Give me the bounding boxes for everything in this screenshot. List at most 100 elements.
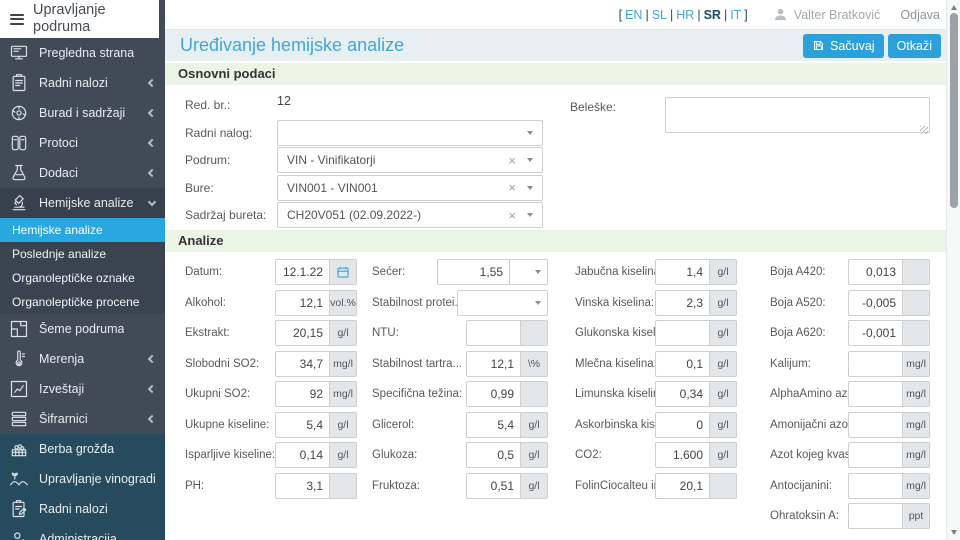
antocijanini-input[interactable]: [848, 472, 902, 499]
cancel-button[interactable]: Otkaži: [887, 33, 941, 58]
scroll-down-arrow-icon[interactable]: [950, 530, 957, 535]
glukoza-input[interactable]: [466, 442, 520, 468]
language-it[interactable]: IT: [730, 8, 741, 22]
bure-select[interactable]: VIN001 - VIN001 ×: [277, 174, 543, 201]
logout-link[interactable]: Odjava: [900, 8, 940, 22]
co2-unit: g/l: [709, 442, 737, 468]
beleske-textarea[interactable]: [665, 97, 930, 133]
ukupni-so2-input[interactable]: [275, 381, 329, 407]
ph-input[interactable]: [275, 472, 329, 499]
folin-ciocalteu-label: FolinCiocalteu in...: [575, 479, 655, 492]
scrollbar-thumb[interactable]: [950, 13, 958, 208]
ntu-input[interactable]: [466, 320, 520, 346]
datum-input[interactable]: [275, 259, 329, 285]
fruktoza-input[interactable]: [466, 472, 520, 499]
radni-nalog-select[interactable]: [277, 119, 543, 146]
glukonska-kiselina-input[interactable]: [655, 320, 709, 346]
azot-kvasca-input[interactable]: [848, 442, 902, 468]
boja-a420-unit: [902, 259, 930, 285]
limunska-kiselina-input[interactable]: [655, 381, 709, 407]
ukupne-kiseline-unit: g/l: [329, 411, 357, 438]
language-hr[interactable]: HR: [676, 8, 694, 22]
co2-input[interactable]: [655, 442, 709, 468]
sidebar-item-protoci[interactable]: Protoci: [0, 128, 165, 158]
chevron-left-icon: [147, 384, 157, 394]
sidebar-item-radni-nalozi-2[interactable]: Radni nalozi: [0, 494, 165, 524]
specificna-tezina-input[interactable]: [466, 381, 520, 407]
sidebar-item-sifrarnici[interactable]: Šifrarnici: [0, 404, 165, 434]
stabilnost-tartrata-input[interactable]: [466, 350, 520, 377]
sidebar-item-upravljanje-vinogradima[interactable]: Upravljanje vinogradima: [0, 464, 165, 494]
datum-label: Datum:: [185, 266, 223, 278]
ukupne-kiseline-input[interactable]: [275, 411, 329, 438]
clear-icon[interactable]: ×: [508, 181, 516, 194]
clear-icon[interactable]: ×: [508, 154, 516, 167]
alpha-amino-azot-input[interactable]: [848, 381, 902, 407]
sidebar-item-seme-podruma[interactable]: Šeme podruma: [0, 314, 165, 344]
boja-a420-input[interactable]: [848, 259, 902, 285]
sadrzaj-bureta-select[interactable]: CH20V051 (02.09.2022-) ×: [277, 202, 543, 228]
sidebar-item-administracija[interactable]: Administracija: [0, 524, 165, 540]
language-sr-active[interactable]: SR: [704, 8, 721, 22]
sidebar-item-hemijske-analize[interactable]: Hemijske analize: [0, 188, 165, 218]
language-separator: |: [670, 7, 674, 22]
isparljive-kiseline-input[interactable]: [275, 442, 329, 468]
report-chart-icon: [6, 378, 32, 400]
ukupne-kiseline-label: Ukupne kiseline:: [185, 418, 270, 431]
secer-input[interactable]: [437, 259, 510, 285]
save-button[interactable]: Sačuvaj: [803, 33, 884, 58]
alkohol-label: Alkohol:: [185, 296, 226, 309]
language-sl[interactable]: SL: [652, 8, 667, 22]
alkohol-input[interactable]: [275, 289, 329, 316]
sidebar-item-dodaci[interactable]: Dodaci: [0, 158, 165, 188]
limunska-kiselina-label: Limunska kiselina:: [575, 388, 655, 400]
glukonska-kiselina-label: Glukonska kiseli...: [575, 327, 655, 339]
clear-icon[interactable]: ×: [508, 209, 516, 222]
page-titlebar: Uređivanje hemijske analize Sačuvaj Otka…: [165, 30, 960, 61]
folin-ciocalteu-unit: [709, 472, 737, 499]
folin-ciocalteu-input[interactable]: [655, 472, 709, 499]
sidebar-item-pregledna-strana[interactable]: Pregledna strana: [0, 38, 165, 68]
isparljive-kiseline-label: Isparljive kiseline:: [185, 449, 275, 461]
ph-unit: [329, 472, 357, 499]
sidebar-item-merenja[interactable]: Merenja: [0, 344, 165, 374]
kalijum-input[interactable]: [848, 350, 902, 377]
sidebar-item-burad-i-sadrzaji[interactable]: Burad i sadržaji: [0, 98, 165, 128]
ukupni-so2-label: Ukupni SO2:: [185, 388, 251, 400]
ukupni-so2-unit: mg/l: [329, 381, 357, 407]
boja-a520-input[interactable]: [848, 289, 902, 316]
boja-a620-input[interactable]: [848, 320, 902, 346]
sidebar-subitem-organolepticke-procene[interactable]: Organoleptičke procene: [0, 290, 165, 314]
calendar-icon[interactable]: [329, 259, 357, 285]
ohratoksin-a-input[interactable]: [848, 503, 902, 529]
amonijacni-azot-input[interactable]: [848, 411, 902, 438]
vinska-kiselina-input[interactable]: [655, 289, 709, 316]
chevron-left-icon: [147, 78, 157, 88]
sidebar-item-izvestaji[interactable]: Izveštaji: [0, 374, 165, 404]
sidebar-subitem-poslednje-analize[interactable]: Poslednje analize: [0, 242, 165, 266]
language-en[interactable]: EN: [625, 8, 642, 22]
askorbinska-kiselina-input[interactable]: [655, 411, 709, 438]
sidebar-subitem-organolepticke-oznake[interactable]: Organoleptičke oznake: [0, 266, 165, 290]
ekstrakt-input[interactable]: [275, 320, 329, 346]
stabilnost-proteina-select[interactable]: [457, 289, 548, 316]
sidebar-subitem-hemijske-analize[interactable]: Hemijske analize: [0, 218, 165, 242]
user-menu[interactable]: Valter Bratković: [773, 7, 880, 22]
jabucna-kiselina-unit: g/l: [709, 259, 737, 285]
ntu-unit: [520, 320, 548, 346]
slobodni-so2-input[interactable]: [275, 350, 329, 377]
jabucna-kiselina-input[interactable]: [655, 259, 709, 285]
language-separator: |: [723, 7, 728, 22]
glicerol-input[interactable]: [466, 411, 520, 438]
sidebar: Upravljanje podruma Pregledna strana Rad…: [0, 0, 165, 540]
sidebar-item-berba-grozdja[interactable]: Berba grožđa: [0, 434, 165, 464]
scroll-up-arrow-icon[interactable]: [950, 5, 957, 10]
secer-unit-select[interactable]: [509, 259, 548, 285]
app-title: Upravljanje podruma: [33, 2, 106, 35]
hamburger-menu-icon[interactable]: [10, 11, 24, 27]
barrel-icon: [6, 102, 32, 124]
podrum-select[interactable]: VIN - Vinifikatorji ×: [277, 147, 543, 173]
flask-icon: [6, 162, 32, 184]
sidebar-item-radni-nalozi[interactable]: Radni nalozi: [0, 68, 165, 98]
mlecna-kiselina-input[interactable]: [655, 350, 709, 377]
